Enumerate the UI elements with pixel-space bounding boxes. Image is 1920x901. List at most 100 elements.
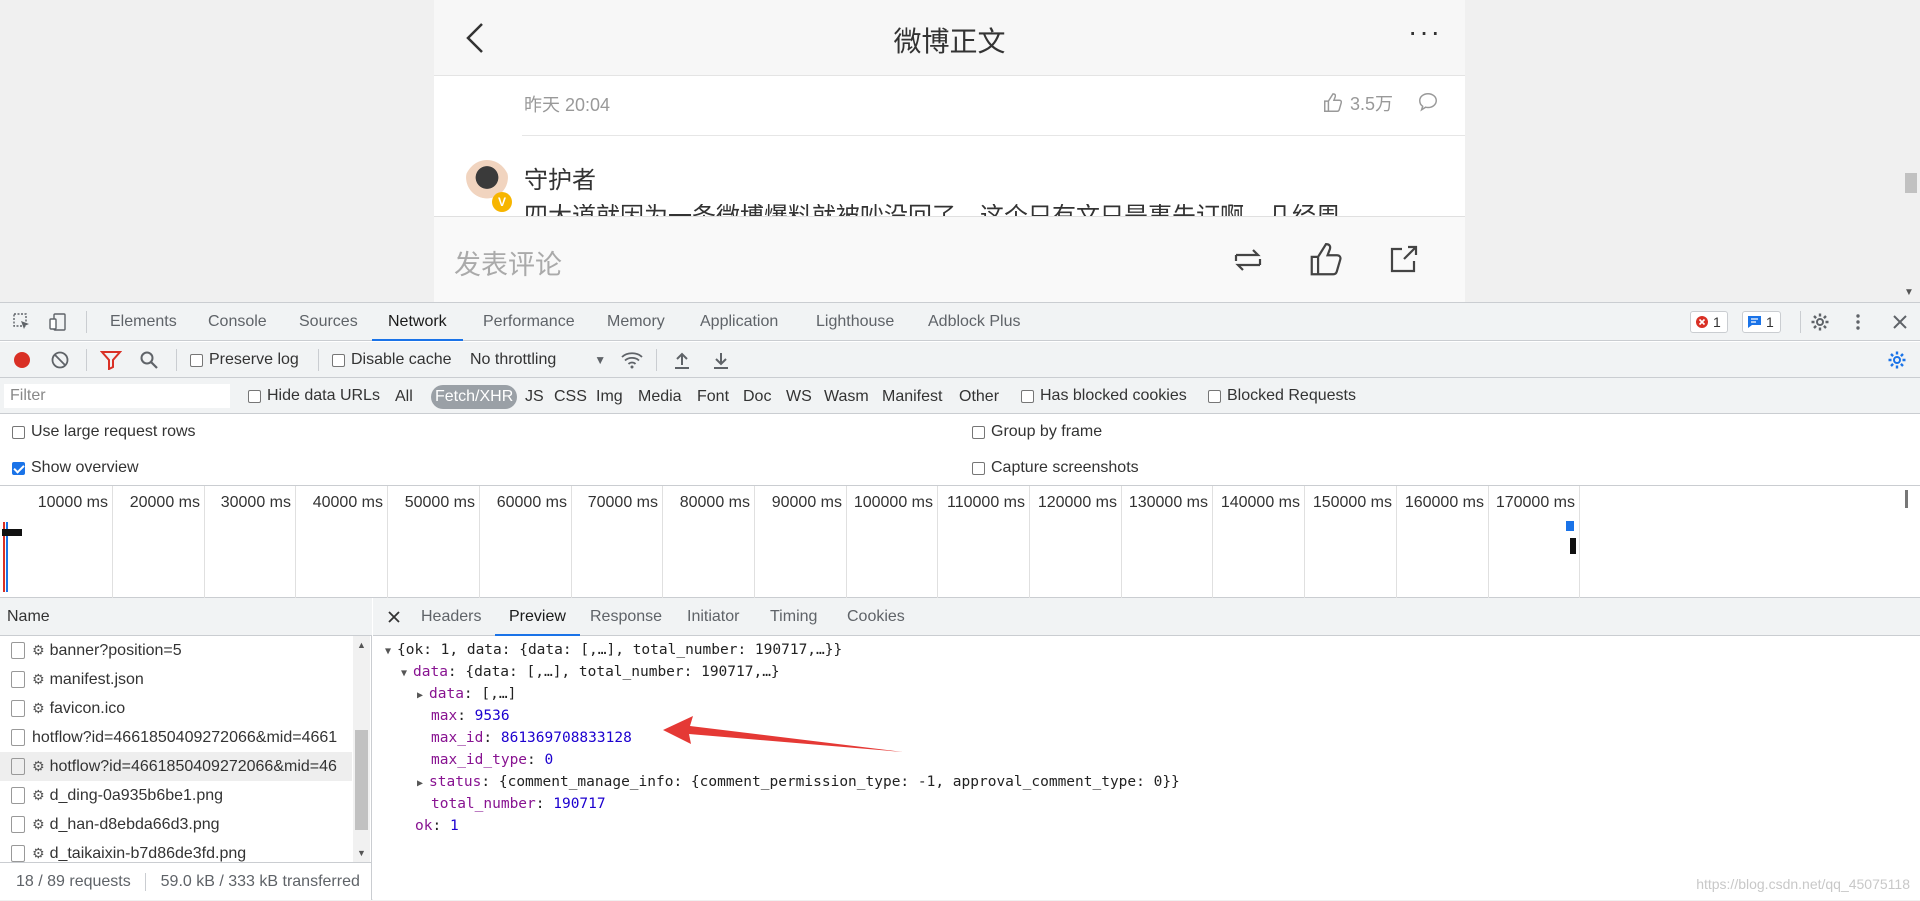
request-row[interactable]: ⚙ banner?position=5 [0,636,352,665]
tab-initiator[interactable]: Initiator [687,598,739,636]
tab-adblock-plus[interactable]: Adblock Plus [928,303,1021,341]
expanded-triangle-icon[interactable]: ▼ [401,668,413,679]
name-column-header[interactable]: Name [0,598,372,636]
more-options-button[interactable]: ··· [1405,18,1445,52]
tab-cookies[interactable]: Cookies [847,598,905,636]
throttling-select[interactable]: No throttling ▼ [470,351,606,369]
repost-button[interactable] [1228,241,1268,279]
type-filter-all[interactable]: All [395,385,413,409]
request-row[interactable]: ⚙ favicon.ico [0,694,352,723]
type-filter-ws[interactable]: WS [786,385,812,409]
record-button[interactable] [12,350,32,375]
share-button[interactable] [1384,241,1424,279]
capture-screenshots-checkbox[interactable]: Capture screenshots [972,459,1139,477]
network-conditions-button[interactable] [620,350,644,375]
tab-headers[interactable]: Headers [421,598,481,636]
checkbox-box[interactable] [1021,389,1034,403]
request-row[interactable]: hotflow?id=4661850409272066&mid=4661 [0,723,352,752]
type-filter-font[interactable]: Font [697,385,729,409]
request-row[interactable]: ⚙ hotflow?id=4661850409272066&mid=46 [0,752,352,781]
expanded-triangle-icon[interactable]: ▼ [385,646,397,657]
tab-response[interactable]: Response [590,598,662,636]
network-overview-timeline[interactable]: 10000 ms 20000 ms 30000 ms 40000 ms 50000 ms… [0,486,1920,598]
filter-input[interactable] [4,384,230,408]
large-rows-checkbox[interactable]: Use large request rows [12,423,196,441]
checkbox-box[interactable] [1208,389,1221,403]
network-summary: 18 / 89 requests 59.0 kB / 333 kB transf… [0,862,372,900]
tab-elements[interactable]: Elements [110,303,177,341]
group-by-frame-checkbox[interactable]: Group by frame [972,423,1102,441]
error-count-badge[interactable]: 1 [1690,311,1728,333]
json-root-node[interactable]: ▼ {ok: 1, data: {data: [,…], total_number… [385,642,842,658]
type-filter-css[interactable]: CSS [554,385,587,409]
reply-button[interactable] [1417,91,1439,118]
request-row[interactable]: ⚙ d_han-d8ebda66d3.png [0,810,352,839]
checkbox-box[interactable] [332,353,345,367]
scroll-up-arrow-icon[interactable]: ▲ [357,640,366,650]
checkbox-box[interactable] [972,461,985,475]
page-scroll-thumb[interactable] [1905,173,1917,193]
footer-like-button[interactable] [1306,241,1346,279]
tab-console[interactable]: Console [208,303,267,341]
checkbox-box[interactable] [12,425,25,439]
search-button[interactable] [139,350,159,375]
type-filter-manifest[interactable]: Manifest [882,385,942,409]
overview-resize-handle[interactable] [1905,490,1908,508]
request-list-scroll-thumb[interactable] [355,730,368,830]
comment-text-container: 四大道就因为一条微博爆料就被吵没回了，这个只有文只是事先订啊，几经周 [524,204,1444,216]
checkbox-box-checked[interactable] [12,461,25,475]
blocked-requests-checkbox[interactable]: Blocked Requests [1208,387,1356,405]
type-filter-img[interactable]: Img [596,385,623,409]
scroll-down-arrow-icon[interactable]: ▼ [357,848,366,858]
json-data-node[interactable]: ▼ data: {data: [,…], total_number: 190717… [401,664,780,680]
scroll-down-arrow-icon[interactable]: ▼ [1904,287,1914,298]
json-data-data-node[interactable]: ▶ data: [,…] [417,686,516,702]
json-status-node[interactable]: ▶ status: {comment_manage_info: {comment_… [417,774,1180,790]
type-filter-doc[interactable]: Doc [743,385,771,409]
type-filter-fetch-xhr[interactable]: Fetch/XHR [431,385,518,409]
tab-lighthouse[interactable]: Lighthouse [816,303,894,341]
settings-button[interactable] [1810,312,1830,337]
hide-data-urls-checkbox[interactable]: Hide data URLs [248,387,380,405]
checkbox-box[interactable] [248,389,261,403]
commenter-name[interactable]: 守护者 [524,160,596,195]
customize-menu-button[interactable] [1848,312,1868,337]
json-value: {comment_manage_info: {comment_permissio… [498,774,1180,790]
message-count-badge[interactable]: 1 [1742,311,1781,333]
request-row[interactable]: ⚙ manifest.json [0,665,352,694]
clear-button[interactable] [50,350,70,375]
checkbox-box[interactable] [972,425,985,439]
type-filter-wasm[interactable]: Wasm [824,385,869,409]
tab-timing[interactable]: Timing [770,598,817,636]
type-filter-media[interactable]: Media [638,385,682,409]
show-overview-checkbox[interactable]: Show overview [12,459,139,477]
import-har-button[interactable] [672,350,692,375]
device-toolbar-button[interactable] [48,312,68,337]
close-detail-button[interactable] [387,609,401,629]
comment-input[interactable]: 发表评论 [454,243,562,282]
filter-toggle-button[interactable] [99,350,123,375]
thumbs-up-icon [1310,243,1342,276]
request-row[interactable]: ⚙ d_ding-0a935b6be1.png [0,781,352,810]
preserve-log-checkbox[interactable]: Preserve log [190,351,299,369]
like-button[interactable]: 3.5万 [1322,90,1393,116]
network-settings-button[interactable] [1887,350,1907,375]
tab-network[interactable]: Network [372,303,463,341]
page-scrollbar[interactable] [1900,0,1920,302]
inspect-element-button[interactable] [12,312,32,337]
tab-preview[interactable]: Preview [495,598,580,636]
tab-application[interactable]: Application [700,303,778,341]
tab-memory[interactable]: Memory [607,303,665,341]
type-filter-js[interactable]: JS [525,385,544,409]
transfer-size: 59.0 kB / 333 kB transferred [160,873,360,890]
collapsed-triangle-icon[interactable]: ▶ [417,778,429,789]
type-filter-other[interactable]: Other [959,385,999,409]
export-har-button[interactable] [711,350,731,375]
collapsed-triangle-icon[interactable]: ▶ [417,690,429,701]
has-blocked-cookies-checkbox[interactable]: Has blocked cookies [1021,387,1187,405]
tab-performance[interactable]: Performance [483,303,575,341]
checkbox-box[interactable] [190,353,203,367]
disable-cache-checkbox[interactable]: Disable cache [332,351,452,369]
tab-sources[interactable]: Sources [299,303,358,341]
close-devtools-button[interactable] [1890,312,1910,337]
